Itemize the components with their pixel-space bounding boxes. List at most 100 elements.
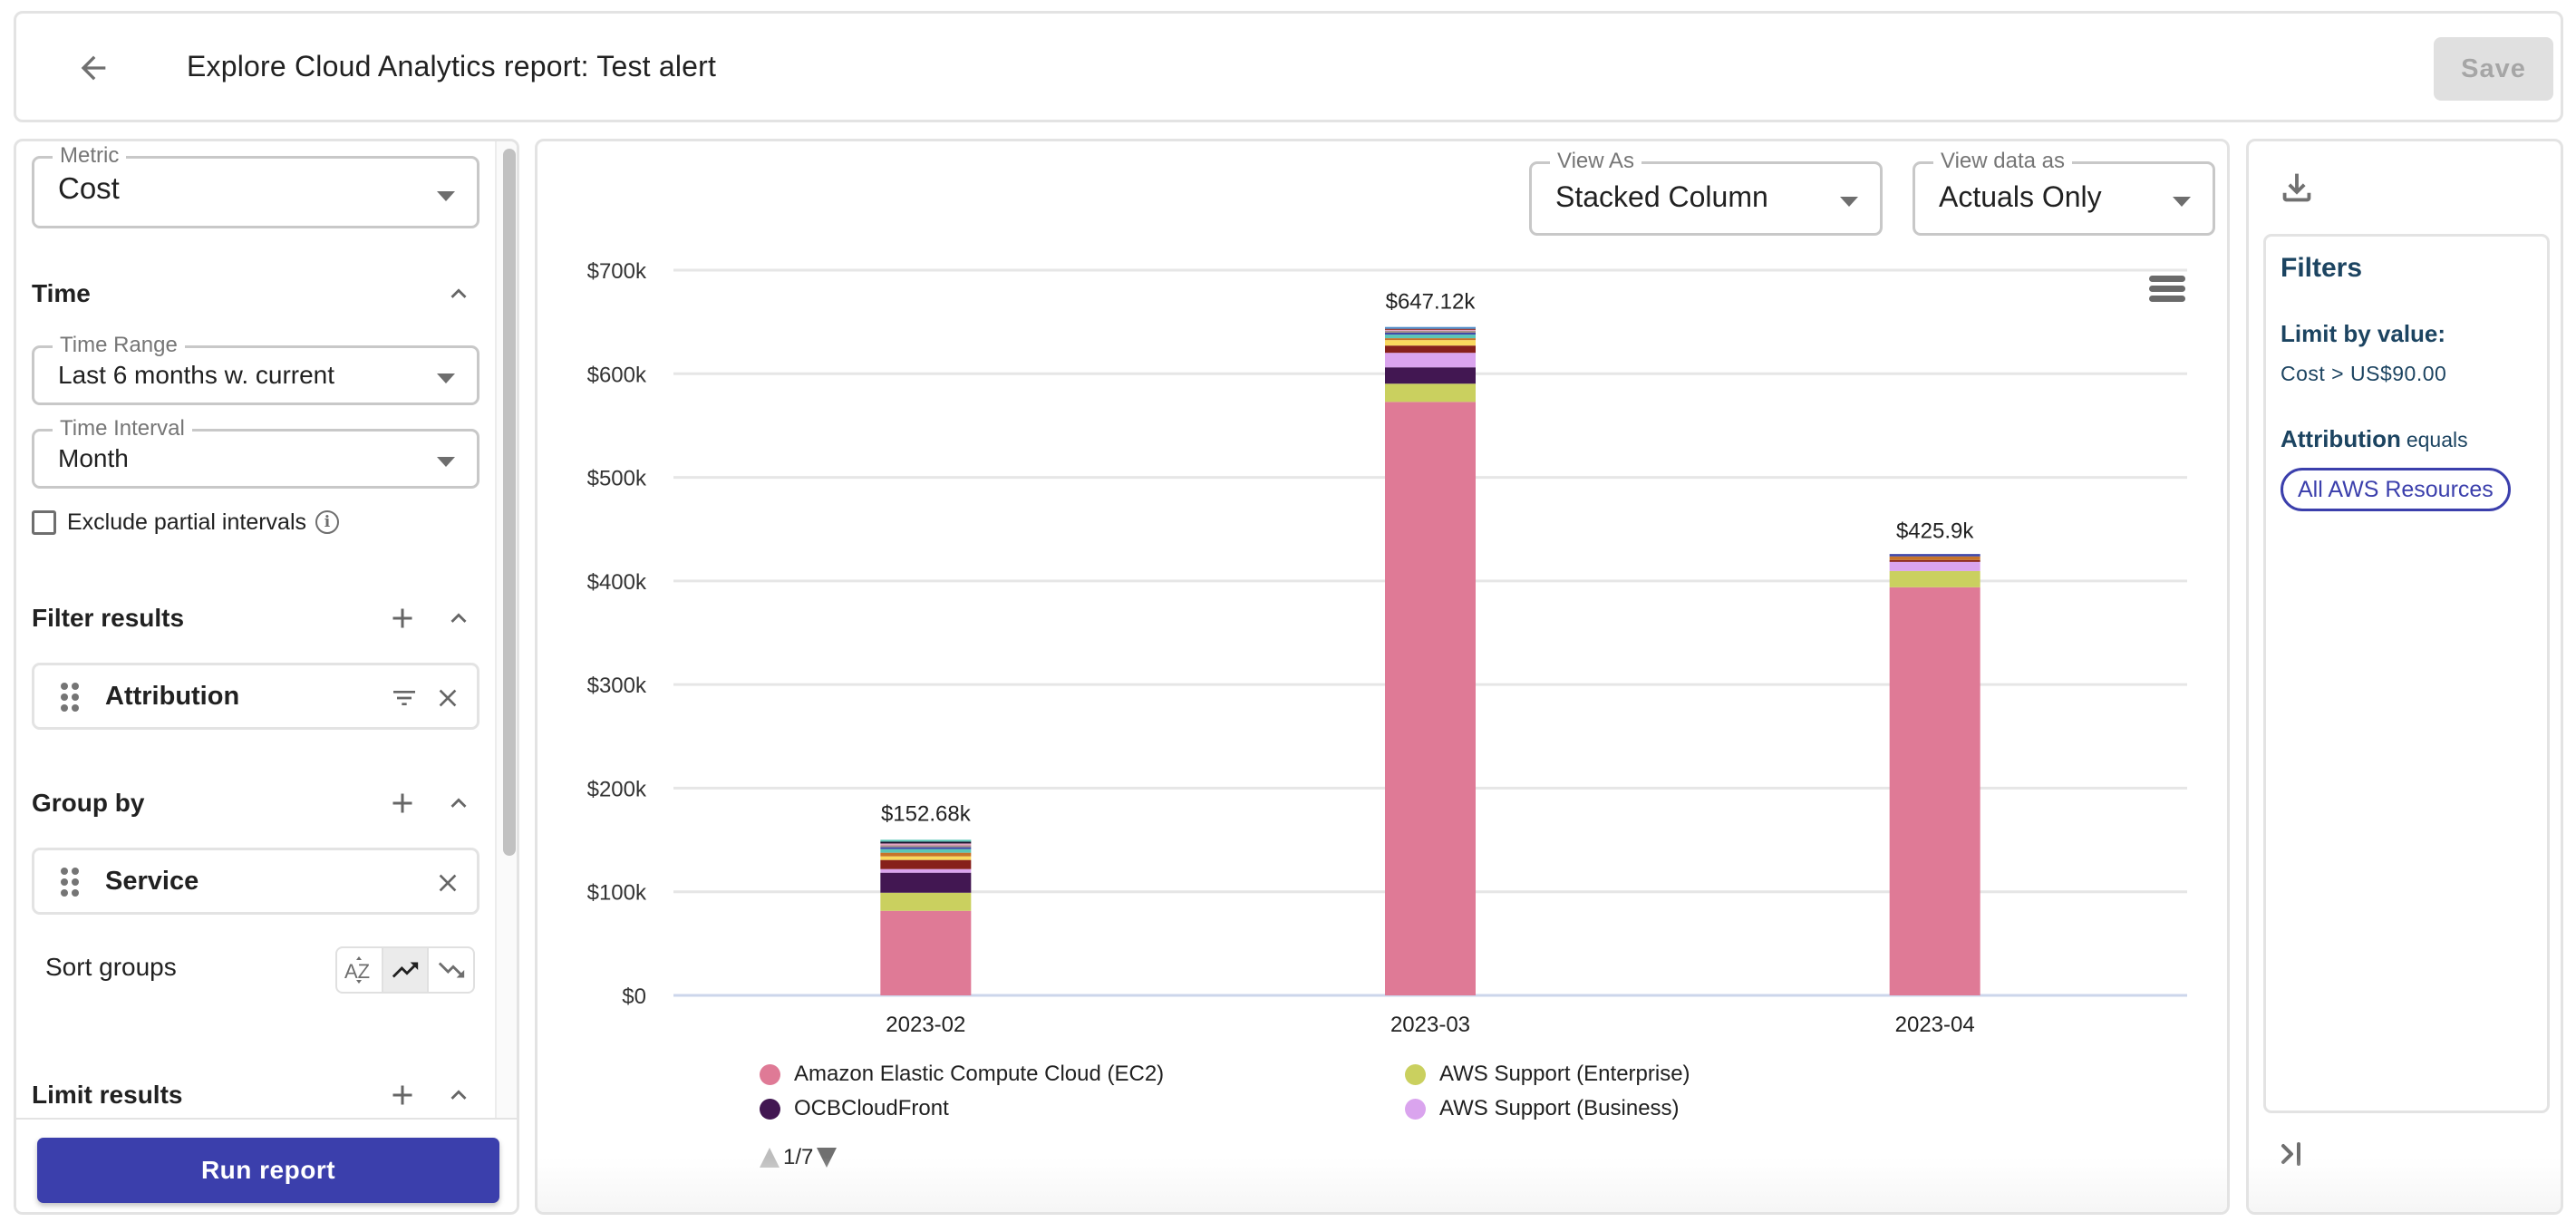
exclude-partial-checkbox[interactable]	[32, 509, 56, 535]
trending-down-icon	[438, 962, 464, 978]
view-data-as-select[interactable]: View data as Actuals Only	[1913, 149, 2215, 236]
legend-item[interactable]: AWS Support (Enterprise)	[1405, 1062, 1690, 1087]
add-group-button[interactable]	[383, 783, 422, 823]
svg-text:AZ: AZ	[344, 960, 370, 983]
chevron-down-icon	[1840, 197, 1858, 207]
time-range-label: Time Range	[53, 333, 185, 358]
add-filter-button[interactable]	[383, 598, 422, 638]
filter-results-title: Filter results	[32, 604, 185, 632]
view-data-as-label: View data as	[1933, 149, 2072, 174]
info-icon[interactable]: i	[315, 510, 340, 534]
sort-alpha-button[interactable]: AZ	[337, 948, 383, 992]
drag-handle-icon[interactable]	[60, 867, 80, 897]
hamburger-menu-icon	[2149, 276, 2185, 302]
legend-next-page-icon[interactable]	[817, 1148, 838, 1168]
bar-segment[interactable]	[1385, 338, 1476, 341]
metric-label: Metric	[53, 143, 127, 169]
y-tick-label: $0	[622, 984, 646, 1009]
group-collapse-button[interactable]	[439, 783, 479, 823]
bar-segment[interactable]	[1385, 383, 1476, 402]
sort-descending-button[interactable]	[429, 948, 473, 992]
run-report-button[interactable]: Run report	[37, 1138, 499, 1203]
arrow-left-icon	[81, 55, 106, 81]
limit-collapse-button[interactable]	[439, 1075, 479, 1115]
metric-select[interactable]: Metric Cost	[32, 143, 479, 228]
legend-item[interactable]: Amazon Elastic Compute Cloud (EC2)	[760, 1062, 1164, 1087]
group-chip-service[interactable]: Service	[32, 848, 479, 915]
chevron-up-icon	[450, 1090, 467, 1100]
bar-segment[interactable]	[1889, 561, 1980, 571]
group-chip-label: Service	[105, 867, 199, 896]
bar-segment[interactable]	[1385, 326, 1476, 329]
trending-up-icon	[392, 962, 419, 978]
bar-segment[interactable]	[880, 845, 972, 848]
edit-filter-button[interactable]	[384, 678, 424, 718]
y-tick-label: $100k	[587, 881, 647, 906]
collapse-panel-button[interactable]	[2276, 1136, 2312, 1172]
view-as-value: Stacked Column	[1555, 180, 1768, 213]
plus-icon	[392, 1085, 412, 1105]
bar-segment[interactable]	[880, 856, 972, 860]
bar-segment[interactable]	[880, 868, 972, 873]
legend-item[interactable]: AWS Support (Business)	[1405, 1096, 1680, 1121]
bar-segment[interactable]	[1889, 587, 1980, 995]
time-section-title: Time	[32, 279, 91, 307]
bar-segment[interactable]	[1385, 333, 1476, 335]
chart-menu-button[interactable]	[2149, 276, 2185, 312]
bar-segment[interactable]	[880, 839, 972, 842]
attribution-filter-title: Attribution equals	[2281, 425, 2468, 453]
legend-label: AWS Support (Business)	[1439, 1096, 1680, 1120]
bar-segment[interactable]	[1385, 328, 1476, 330]
time-collapse-button[interactable]	[439, 274, 479, 314]
bar-segment[interactable]	[1385, 340, 1476, 346]
bar-segment[interactable]	[880, 892, 972, 911]
sidebar-scroll-thumb[interactable]	[503, 149, 516, 856]
sort-ascending-button[interactable]	[383, 948, 430, 992]
bar-segment[interactable]	[880, 910, 972, 995]
download-button[interactable]	[2276, 167, 2318, 209]
add-limit-button[interactable]	[383, 1075, 422, 1115]
legend-marker	[1405, 1063, 1426, 1085]
bar-segment[interactable]	[1889, 556, 1980, 560]
remove-group-button[interactable]	[428, 863, 468, 903]
attribution-value-chip[interactable]: All AWS Resources	[2281, 468, 2511, 511]
filter-chip-attribution[interactable]: Attribution	[32, 663, 479, 730]
back-button[interactable]	[66, 41, 121, 95]
bar-segment[interactable]	[880, 847, 972, 849]
x-tick-label: 2023-02	[886, 1013, 965, 1037]
bar-segment[interactable]	[1385, 353, 1476, 368]
x-tick-label: 2023-03	[1390, 1013, 1470, 1037]
bar-segment[interactable]	[880, 872, 972, 893]
bar-segment[interactable]	[1385, 335, 1476, 339]
filter-collapse-button[interactable]	[439, 598, 479, 638]
bar-segment[interactable]	[1385, 402, 1476, 995]
bar-segment[interactable]	[1385, 330, 1476, 334]
bar-segment[interactable]	[880, 852, 972, 857]
legend-item[interactable]: OCBCloudFront	[760, 1096, 949, 1121]
legend-prev-page-icon[interactable]	[760, 1148, 780, 1168]
bar-segment[interactable]	[1385, 345, 1476, 354]
bar-segment[interactable]	[880, 859, 972, 869]
time-interval-select[interactable]: Time Interval Month	[32, 416, 479, 489]
remove-filter-button[interactable]	[428, 678, 468, 718]
bar-segment[interactable]	[880, 849, 972, 853]
legend-pagination: 1/7	[760, 1145, 838, 1170]
sidebar-scrollbar[interactable]	[495, 141, 517, 1120]
time-range-value: Last 6 months w. current	[58, 361, 335, 389]
bar-segment[interactable]	[1889, 559, 1980, 562]
view-as-select[interactable]: View As Stacked Column	[1529, 149, 1883, 236]
bar-segment[interactable]	[1889, 570, 1980, 587]
time-interval-value: Month	[58, 444, 129, 472]
time-range-select[interactable]: Time Range Last 6 months w. current	[32, 333, 479, 405]
bar-segment[interactable]	[880, 841, 972, 844]
bar-segment[interactable]	[1385, 329, 1476, 331]
group-by-title: Group by	[32, 789, 145, 817]
drag-handle-icon[interactable]	[60, 682, 80, 713]
save-button[interactable]: Save	[2434, 37, 2553, 101]
exclude-partial-label[interactable]: Exclude partial intervals	[67, 509, 306, 536]
limit-by-value-text: Cost > US$90.00	[2281, 362, 2447, 385]
exclude-partial-row: Exclude partial intervals i	[32, 504, 340, 540]
bar-segment[interactable]	[880, 843, 972, 846]
bar-segment[interactable]	[1385, 367, 1476, 384]
bar-segment[interactable]	[1889, 554, 1980, 557]
